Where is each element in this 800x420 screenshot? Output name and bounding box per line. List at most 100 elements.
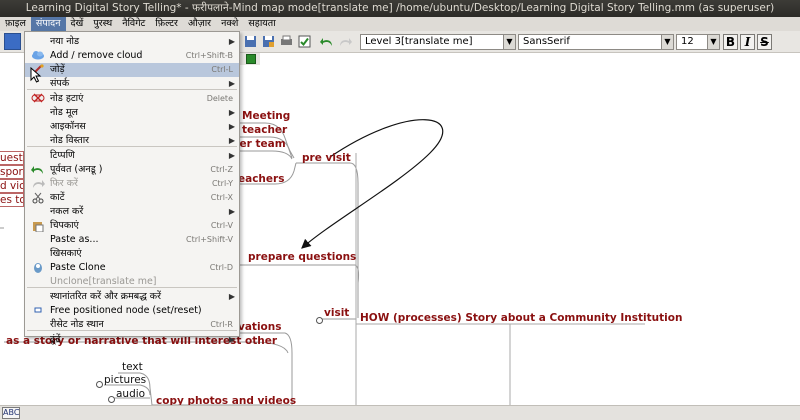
menu-4[interactable]: नैविगेट xyxy=(117,17,150,31)
bold-button[interactable]: B xyxy=(723,34,738,50)
italic-button[interactable]: I xyxy=(740,34,755,50)
fold-toggle-icon[interactable] xyxy=(96,381,103,388)
flag-icon[interactable] xyxy=(246,54,256,64)
submenu-arrow-icon: ▶ xyxy=(228,37,235,46)
print-icon[interactable] xyxy=(278,33,295,50)
save-icon[interactable] xyxy=(242,33,259,50)
menu-0[interactable]: फ़ाइल xyxy=(0,17,31,31)
edit-menu-item[interactable]: Paste as... Ctrl+Shift-V xyxy=(25,233,239,247)
edit-menu-item[interactable]: Add / remove cloud Ctrl+Shift-B xyxy=(25,49,239,63)
submenu-arrow-icon: ▶ xyxy=(228,292,235,301)
menu-2[interactable]: देखें xyxy=(66,17,89,31)
strikethrough-button[interactable]: S xyxy=(757,34,772,50)
submenu-arrow-icon: ▶ xyxy=(228,207,235,216)
edit-menu-item[interactable]: Paste Clone Ctrl-D xyxy=(25,261,239,275)
save-as-icon[interactable] xyxy=(260,33,277,50)
menu-8[interactable]: सहायता xyxy=(243,17,280,31)
edit-menu-item[interactable]: Free positioned node (set/reset) xyxy=(25,304,239,318)
edit-menu-item[interactable]: फिर करें Ctrl-Y xyxy=(25,177,239,191)
font-family-combo[interactable]: SansSerif ▼ xyxy=(518,34,674,50)
edit-menu-item[interactable]: ढूंढें ▶ xyxy=(25,333,239,347)
menu-item-shortcut: Ctrl-Y xyxy=(211,179,233,188)
menu-3[interactable]: पुरस्थ xyxy=(88,17,117,31)
menu-item-label: चिपकाएं xyxy=(50,220,79,231)
menu-item-label: नकल करें xyxy=(50,206,84,217)
menu-item-label: Add / remove cloud xyxy=(50,50,143,61)
edit-menu-item[interactable]: चिपकाएं Ctrl-V xyxy=(25,219,239,233)
edit-menu-item[interactable]: नोड हटाएं Delete xyxy=(25,92,239,106)
edit-menu-item[interactable]: काटें Ctrl-X xyxy=(25,191,239,205)
edit-menu-item[interactable]: नकल करें ▶ xyxy=(25,205,239,219)
node-teacher[interactable]: teacher xyxy=(242,124,287,136)
menu-5[interactable]: फ़िल्टर xyxy=(150,17,183,31)
node-text[interactable]: text xyxy=(122,361,143,373)
menu-item-label: नया नोड xyxy=(50,36,80,47)
fold-toggle-icon[interactable] xyxy=(108,396,115,403)
menu-item-shortcut: Ctrl+Shift-V xyxy=(185,235,233,244)
menu-item-label: स्थानांतरित करें और क्रमबद्ध करें xyxy=(50,291,161,302)
edit-menu-item[interactable]: आइकॉनस ▶ xyxy=(25,120,239,134)
node-left-partial[interactable]: es to xyxy=(0,193,24,207)
menu-item-label: पूर्ववत (अनडू ) xyxy=(50,164,103,175)
edit-menu-item[interactable]: स्थानांतरित करें और क्रमबद्ध करें ▶ xyxy=(25,290,239,304)
menu-item-label: काटें xyxy=(50,192,65,203)
cut-icon xyxy=(31,192,45,204)
chevron-down-icon: ▼ xyxy=(503,35,515,49)
map-mode-icon[interactable] xyxy=(4,33,21,50)
node-left-partial[interactable]: d vic xyxy=(0,179,24,193)
title-bar: Learning Digital Story Telling* - फरीपला… xyxy=(0,0,800,17)
node-style-combo[interactable]: Level 3[translate me] ▼ xyxy=(360,34,516,50)
node-pictures[interactable]: pictures xyxy=(104,374,146,386)
menu-item-shortcut: Ctrl-L xyxy=(211,65,233,74)
edit-menu-item[interactable]: नोड मूल ▶ xyxy=(25,106,239,120)
menu-item-label: आइकॉनस xyxy=(50,121,86,132)
edit-menu-item[interactable]: टिप्पणि ▶ xyxy=(25,149,239,163)
menu-item-label: नोड मूल xyxy=(50,107,78,118)
menu-item-label: जोड़ें xyxy=(50,64,65,75)
redo-arrow-icon[interactable] xyxy=(336,33,353,50)
node-audio[interactable]: audio xyxy=(116,388,145,400)
node-left-partial[interactable]: spor xyxy=(0,165,24,179)
font-size-combo[interactable]: 12 ▼ xyxy=(676,34,720,50)
menu-item-label: ढूंढें xyxy=(50,334,61,345)
fold-toggle-icon[interactable] xyxy=(316,317,323,324)
node-teachers[interactable]: eachers xyxy=(238,173,284,185)
check-icon[interactable] xyxy=(296,33,313,50)
node-team[interactable]: per team xyxy=(232,138,286,150)
window-title: Learning Digital Story Telling* - फरीपला… xyxy=(25,2,775,14)
submenu-arrow-icon: ▶ xyxy=(228,151,235,160)
mouse-cursor-icon xyxy=(30,67,42,83)
menu-separator xyxy=(27,89,237,90)
node-prepare-questions[interactable]: prepare questions xyxy=(248,251,356,263)
submenu-arrow-icon: ▶ xyxy=(228,122,235,131)
menu-7[interactable]: नक्शे xyxy=(216,17,243,31)
undo-arrow-icon[interactable] xyxy=(318,33,335,50)
menu-separator xyxy=(27,330,237,331)
menu-item-label: Paste Clone xyxy=(50,262,106,273)
node-meeting[interactable]: Meeting xyxy=(242,110,290,122)
free-node-icon xyxy=(31,305,45,317)
redo-icon xyxy=(31,178,45,190)
menu-item-shortcut: Delete xyxy=(206,94,233,103)
secondary-toolbar xyxy=(240,53,260,65)
edit-menu-item[interactable]: पूर्ववत (अनडू ) Ctrl-Z xyxy=(25,163,239,177)
menu-item-label: Paste as... xyxy=(50,234,99,245)
paste-icon xyxy=(31,220,45,233)
spellcheck-icon[interactable]: ABC xyxy=(2,407,20,419)
clone-icon xyxy=(31,262,45,274)
edit-menu-item[interactable]: नया नोड ▶ xyxy=(25,35,239,49)
menu-separator xyxy=(27,146,237,147)
menu-item-label: Free positioned node (set/reset) xyxy=(50,305,202,316)
menu-1[interactable]: संपादन xyxy=(30,17,66,31)
menu-separator xyxy=(27,287,237,288)
node-observations[interactable]: vations xyxy=(238,321,282,333)
menu-6[interactable]: औज़ार xyxy=(183,17,216,31)
menu-item-label: टिप्पणि xyxy=(50,150,75,161)
node-visit[interactable]: visit xyxy=(324,307,349,319)
menu-item-label: खिसकाएं xyxy=(50,248,82,259)
edit-menu-item[interactable]: खिसकाएं xyxy=(25,247,239,261)
edit-menu-item[interactable]: जोड़ें Ctrl-L xyxy=(25,63,239,77)
node-pre-visit[interactable]: pre visit xyxy=(302,152,351,164)
node-how-processes[interactable]: HOW (processes) Story about a Community … xyxy=(360,312,682,324)
node-left-partial[interactable]: uest xyxy=(0,151,24,165)
